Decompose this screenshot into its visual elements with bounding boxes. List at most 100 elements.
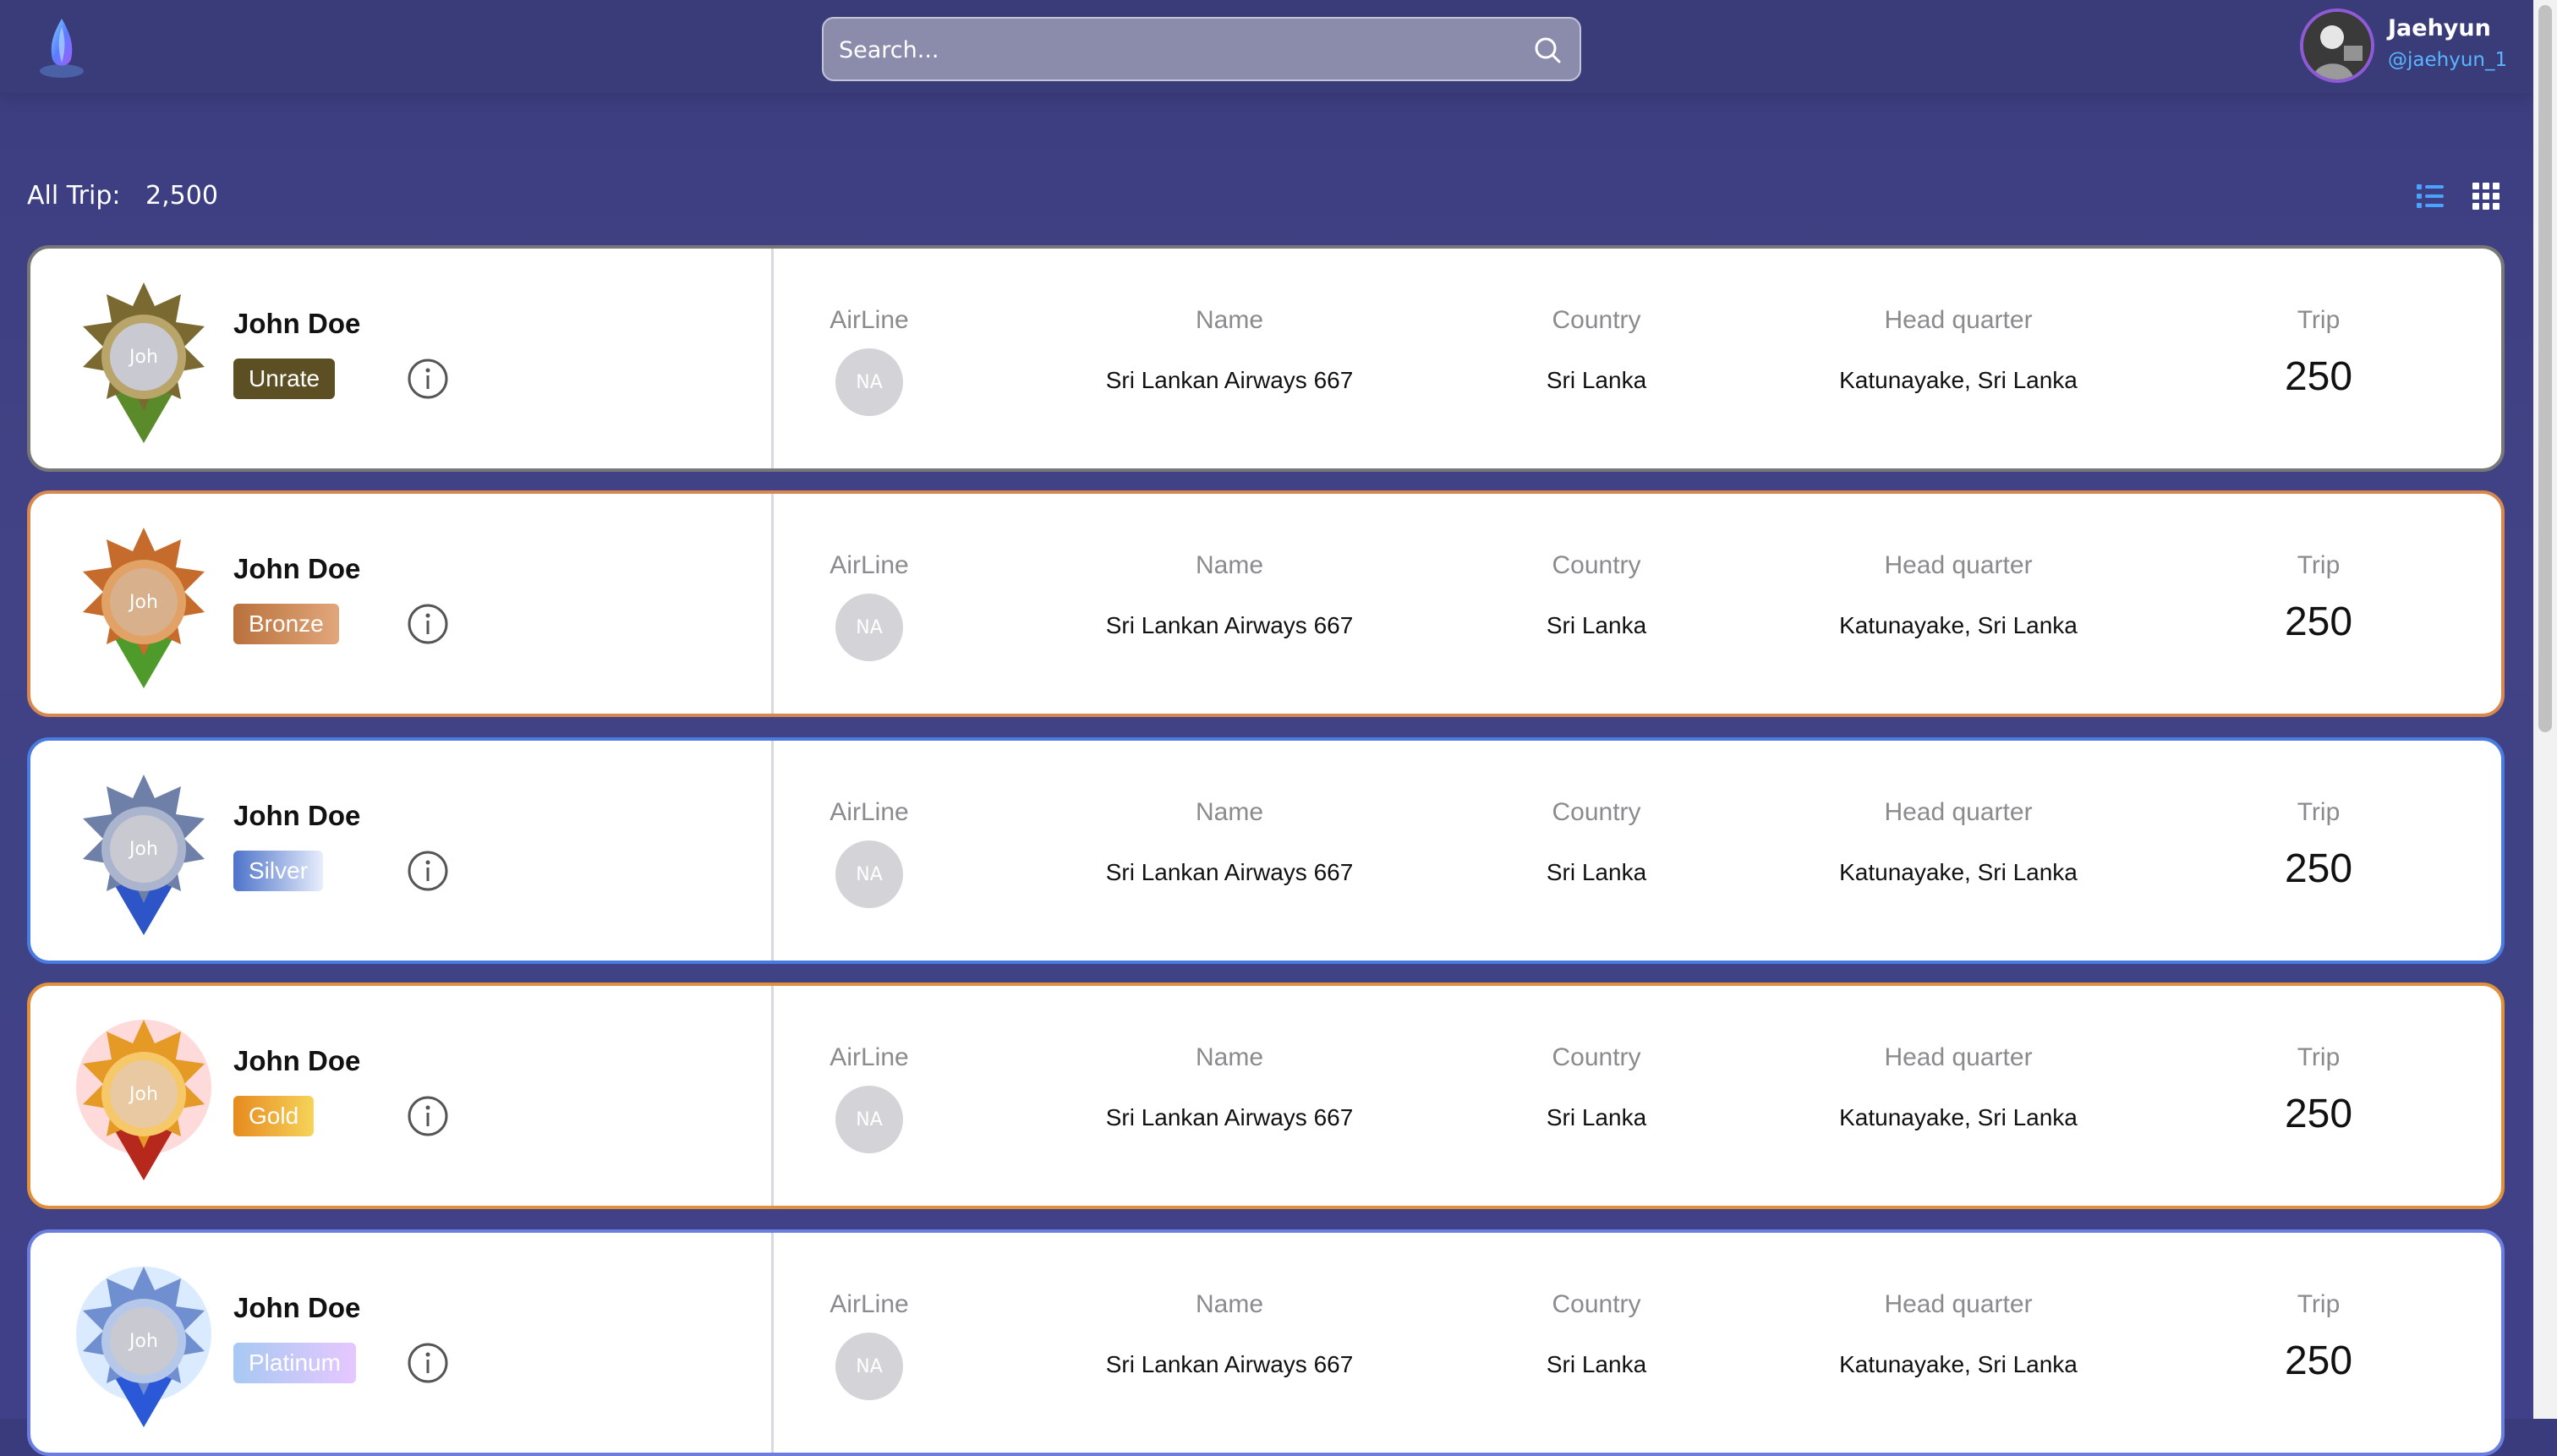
info-icon[interactable]: [406, 1094, 450, 1138]
airline-name: Sri Lankan Airways 667: [1105, 367, 1354, 393]
head-quarter-value: Katunayake, Sri Lanka: [1839, 859, 2078, 885]
trip-card-bronze[interactable]: Joh John Doe Bronze AirLine NA Name Sri …: [27, 490, 2505, 717]
card-divider: [771, 986, 774, 1206]
card-divider: [771, 249, 774, 468]
trip-card-platinum[interactable]: Joh John Doe Platinum AirLine NA Name Sr…: [27, 1229, 2505, 1456]
avatar-placeholder: Joh: [110, 815, 178, 883]
country-label: Country: [1552, 306, 1641, 334]
card-divider: [771, 1233, 774, 1453]
tier-badge: Gold: [233, 1096, 315, 1136]
all-trip-summary: All Trip: 2,500: [27, 181, 218, 211]
head-quarter-value: Katunayake, Sri Lanka: [1839, 1351, 2078, 1377]
airline-logo-placeholder: NA: [835, 348, 903, 416]
country-value: Sri Lanka: [1546, 1104, 1647, 1130]
card-divider: [771, 494, 774, 714]
avatar-placeholder: Joh: [110, 323, 178, 391]
airline-name: Sri Lankan Airways 667: [1105, 1351, 1354, 1377]
airline-name: Sri Lankan Airways 667: [1105, 612, 1354, 638]
head-quarter-label: Head quarter: [1884, 798, 2033, 826]
trip-label: Trip: [2297, 306, 2341, 334]
name-label: Name: [1195, 551, 1264, 579]
name-label: Name: [1195, 1290, 1264, 1318]
all-trip-label: All Trip:: [27, 181, 121, 211]
trip-count: 250: [2284, 354, 2353, 399]
trip-card-unrate[interactable]: Joh John Doe Unrate AirLine NA Name Sri …: [27, 245, 2505, 472]
airline-logo-placeholder: NA: [835, 840, 903, 908]
search-icon[interactable]: [1532, 35, 1563, 65]
user-avatar[interactable]: [2300, 8, 2374, 83]
list-view-icon[interactable]: [2415, 181, 2445, 211]
info-icon[interactable]: [406, 602, 450, 646]
country-value: Sri Lanka: [1546, 367, 1647, 393]
country-label: Country: [1552, 1290, 1641, 1318]
trip-count: 250: [2284, 599, 2353, 644]
user-handle: @jaehyun_1: [2388, 49, 2508, 71]
head-quarter-value: Katunayake, Sri Lanka: [1839, 367, 2078, 393]
trip-label: Trip: [2297, 551, 2341, 579]
country-label: Country: [1552, 1043, 1641, 1071]
avatar-photo-icon: [2303, 12, 2371, 79]
airline-label: AirLine: [830, 306, 909, 334]
trip-label: Trip: [2297, 1043, 2341, 1071]
airline-name: Sri Lankan Airways 667: [1105, 1104, 1354, 1130]
airline-label: AirLine: [830, 1290, 909, 1318]
rank-badge: Joh: [68, 1020, 220, 1189]
info-icon[interactable]: [406, 357, 450, 401]
search-box[interactable]: [822, 17, 1581, 81]
tier-badge: Bronze: [233, 604, 339, 644]
person-name: John Doe: [233, 553, 361, 584]
airline-label: AirLine: [830, 798, 909, 826]
trip-count: 250: [2284, 1338, 2353, 1383]
rank-badge: Joh: [68, 775, 220, 944]
scrollbar-thumb[interactable]: [2538, 5, 2552, 732]
rank-badge: Joh: [68, 528, 220, 697]
country-value: Sri Lanka: [1546, 859, 1647, 885]
tier-badge: Platinum: [233, 1343, 356, 1383]
head-quarter-value: Katunayake, Sri Lanka: [1839, 1104, 2078, 1130]
head-quarter-label: Head quarter: [1884, 1290, 2033, 1318]
info-icon[interactable]: [406, 1341, 450, 1385]
person-name: John Doe: [233, 308, 361, 339]
top-bar: Jaehyun @jaehyun_1: [0, 0, 2533, 93]
rank-badge: Joh: [68, 1267, 220, 1436]
avatar-placeholder: Joh: [110, 1307, 178, 1375]
airline-label: AirLine: [830, 1043, 909, 1071]
app-logo-icon[interactable]: [36, 15, 88, 81]
grid-view-icon[interactable]: [2471, 181, 2501, 211]
user-name: Jaehyun: [2388, 15, 2491, 41]
head-quarter-label: Head quarter: [1884, 1043, 2033, 1071]
country-value: Sri Lanka: [1546, 1351, 1647, 1377]
trip-card-silver[interactable]: Joh John Doe Silver AirLine NA Name Sri …: [27, 737, 2505, 964]
head-quarter-label: Head quarter: [1884, 551, 2033, 579]
name-label: Name: [1195, 1043, 1264, 1071]
name-label: Name: [1195, 798, 1264, 826]
trip-count: 250: [2284, 1092, 2353, 1136]
info-icon[interactable]: [406, 849, 450, 893]
trip-label: Trip: [2297, 798, 2341, 826]
trip-card-gold[interactable]: Joh John Doe Gold AirLine NA Name Sri La…: [27, 983, 2505, 1209]
airline-name: Sri Lankan Airways 667: [1105, 859, 1354, 885]
search-input[interactable]: [837, 19, 1500, 81]
rank-badge: Joh: [68, 282, 220, 452]
country-label: Country: [1552, 551, 1641, 579]
airline-logo-placeholder: NA: [835, 1333, 903, 1400]
person-name: John Doe: [233, 1292, 361, 1323]
airline-logo-placeholder: NA: [835, 594, 903, 661]
card-divider: [771, 741, 774, 961]
head-quarter-label: Head quarter: [1884, 306, 2033, 334]
name-label: Name: [1195, 306, 1264, 334]
trip-label: Trip: [2297, 1290, 2341, 1318]
person-name: John Doe: [233, 1045, 361, 1076]
head-quarter-value: Katunayake, Sri Lanka: [1839, 612, 2078, 638]
country-value: Sri Lanka: [1546, 612, 1647, 638]
all-trip-count: 2,500: [145, 181, 218, 211]
airline-logo-placeholder: NA: [835, 1086, 903, 1153]
airline-label: AirLine: [830, 551, 909, 579]
trip-count: 250: [2284, 846, 2353, 891]
tier-badge: Silver: [233, 851, 324, 891]
avatar-placeholder: Joh: [110, 1060, 178, 1128]
country-label: Country: [1552, 798, 1641, 826]
tier-badge: Unrate: [233, 359, 336, 399]
person-name: John Doe: [233, 800, 361, 831]
avatar-placeholder: Joh: [110, 568, 178, 636]
